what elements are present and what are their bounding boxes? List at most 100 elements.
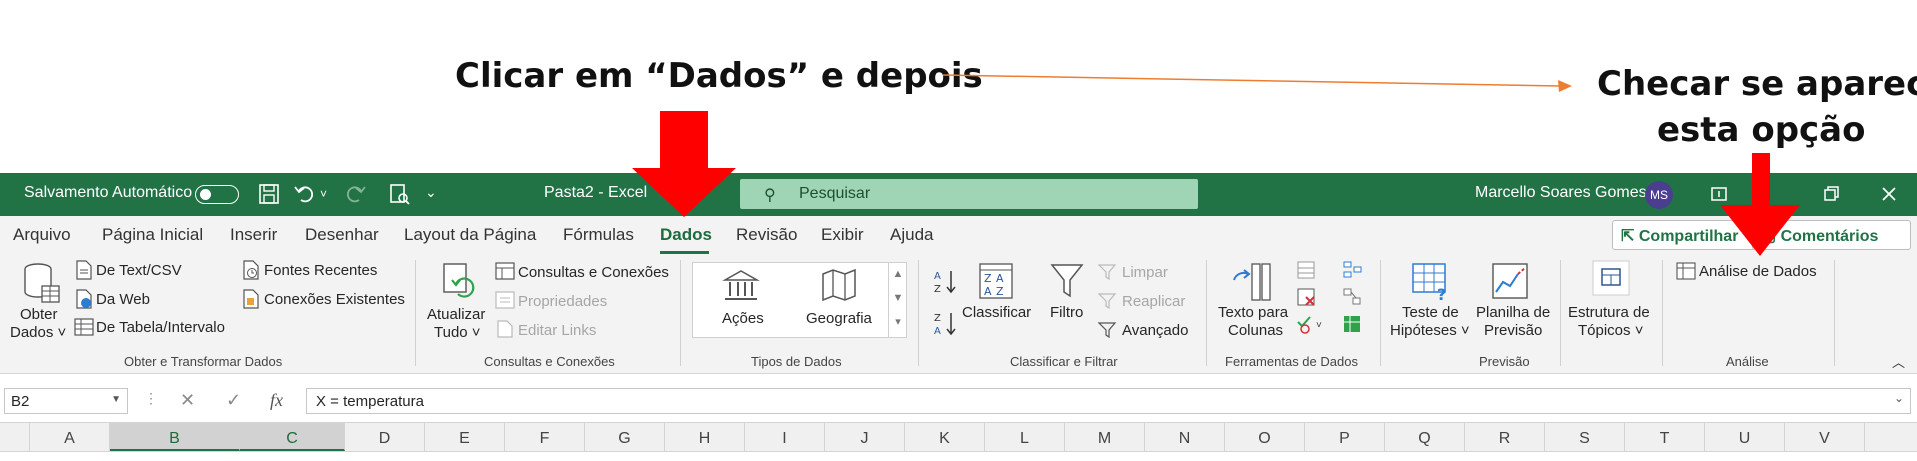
geografia-button[interactable]: Geografia [806, 310, 872, 327]
formula-input[interactable]: X = temperatura ⌄ [306, 388, 1911, 414]
gallery-scroll[interactable]: ▲ ▼ ▾ [888, 262, 907, 338]
column-header-q[interactable]: Q [1385, 423, 1465, 451]
text-to-columns-icon[interactable] [1232, 262, 1272, 302]
column-header-o[interactable]: O [1225, 423, 1305, 451]
tab-dados[interactable]: Dados [660, 225, 712, 245]
tab-arquivo[interactable]: Arquivo [13, 225, 71, 245]
fontes-recentes-button[interactable]: Fontes Recentes [264, 262, 377, 279]
planilha-previsao-label1[interactable]: Planilha de [1476, 304, 1550, 321]
sort-icon[interactable]: ZAAZ [978, 262, 1014, 300]
estrutura-topicos-label1[interactable]: Estrutura de [1568, 304, 1650, 321]
obter-dados-label2[interactable]: Dados ˅ [10, 324, 66, 341]
enter-icon[interactable]: ✓ [226, 390, 241, 411]
collapse-ribbon-icon[interactable]: ︿ [1892, 352, 1905, 371]
user-name[interactable]: Marcello Soares Gomes [1475, 184, 1647, 202]
obter-dados-label1[interactable]: Obter [20, 306, 58, 323]
teste-hipoteses-label1[interactable]: Teste de [1402, 304, 1459, 321]
tab-layout-da-pagina[interactable]: Layout da Página [404, 225, 536, 245]
de-text-csv-button[interactable]: De Text/CSV [96, 262, 182, 279]
consolidate-icon[interactable] [1342, 260, 1362, 280]
name-box-dropdown-icon[interactable]: ▼ [111, 394, 121, 405]
propriedades-button[interactable]: Propriedades [518, 293, 607, 310]
avatar[interactable]: MS [1645, 181, 1673, 209]
texto-colunas-label1[interactable]: Texto para [1218, 304, 1288, 321]
analise-de-dados-button[interactable]: Análise de Dados [1699, 263, 1817, 280]
column-header-e[interactable]: E [425, 423, 505, 451]
remove-duplicates-icon[interactable] [1296, 287, 1316, 307]
column-header-j[interactable]: J [825, 423, 905, 451]
restore-window-icon[interactable] [1818, 181, 1844, 207]
atualizar-label2[interactable]: Tudo ˅ [434, 324, 481, 341]
atualizar-label1[interactable]: Atualizar [427, 306, 485, 323]
column-header-l[interactable]: L [985, 423, 1065, 451]
data-validation-icon[interactable]: ˅ [1296, 314, 1326, 334]
column-header-g[interactable]: G [585, 423, 665, 451]
outline-icon[interactable] [1592, 260, 1630, 296]
tab-desenhar[interactable]: Desenhar [305, 225, 379, 245]
de-tabela-intervalo-button[interactable]: De Tabela/Intervalo [96, 319, 225, 336]
ribbon-display-icon[interactable] [1706, 181, 1732, 207]
column-header-p[interactable]: P [1305, 423, 1385, 451]
column-header-n[interactable]: N [1145, 423, 1225, 451]
estrutura-topicos-label2[interactable]: Tópicos ˅ [1578, 322, 1643, 339]
column-header-h[interactable]: H [665, 423, 745, 451]
grid-area[interactable] [0, 451, 1917, 461]
stocks-icon[interactable] [722, 268, 760, 302]
consultas-conexoes-button[interactable]: Consultas e Conexões [518, 264, 669, 281]
column-header-b[interactable]: B [110, 423, 240, 451]
data-model-icon[interactable] [1342, 314, 1362, 334]
column-header-r[interactable]: R [1465, 423, 1545, 451]
reaplicar-button[interactable]: Reaplicar [1122, 293, 1185, 310]
expand-formula-icon[interactable]: ⌄ [1894, 391, 1904, 405]
filtro-button[interactable]: Filtro [1050, 304, 1083, 321]
print-preview-icon[interactable] [386, 181, 412, 207]
relationships-icon[interactable] [1342, 287, 1362, 307]
column-header-f[interactable]: F [505, 423, 585, 451]
undo-icon[interactable] [292, 181, 318, 207]
sort-za-icon[interactable]: ZA [934, 310, 960, 336]
avancado-button[interactable]: Avançado [1122, 322, 1188, 339]
acoes-button[interactable]: Ações [722, 310, 764, 327]
what-if-icon[interactable]: ? [1411, 262, 1451, 302]
forecast-sheet-icon[interactable] [1491, 262, 1531, 302]
undo-dropdown-icon[interactable]: ˅ [320, 187, 327, 201]
tab-exibir[interactable]: Exibir [821, 225, 864, 245]
name-box[interactable]: B2 ▼ [4, 388, 128, 414]
customize-qat-icon[interactable]: ⌄ [425, 184, 437, 201]
flash-fill-icon[interactable] [1296, 260, 1316, 280]
close-window-icon[interactable] [1876, 181, 1902, 207]
column-header-u[interactable]: U [1705, 423, 1785, 451]
teste-hipoteses-label2[interactable]: Hipóteses ˅ [1390, 322, 1470, 339]
insert-function-icon[interactable]: fx [270, 390, 283, 411]
column-header-d[interactable]: D [345, 423, 425, 451]
column-header-c[interactable]: C [240, 423, 345, 451]
classificar-button[interactable]: Classificar [962, 304, 1031, 321]
da-web-button[interactable]: Da Web [96, 291, 150, 308]
search-box[interactable]: ⚲ Pesquisar [740, 179, 1198, 209]
column-header-m[interactable]: M [1065, 423, 1145, 451]
conexoes-existentes-button[interactable]: Conexões Existentes [264, 291, 405, 308]
redo-icon[interactable] [342, 181, 368, 207]
tab-inserir[interactable]: Inserir [230, 225, 277, 245]
tab-ajuda[interactable]: Ajuda [890, 225, 933, 245]
comments-button[interactable]: ▢ Comentários [1752, 220, 1911, 250]
geography-icon[interactable] [820, 268, 858, 302]
autosave-toggle[interactable] [195, 185, 239, 204]
cancel-icon[interactable]: ✕ [180, 390, 195, 411]
select-all-corner[interactable] [0, 423, 30, 451]
editar-links-button[interactable]: Editar Links [518, 322, 596, 339]
texto-colunas-label2[interactable]: Colunas [1228, 322, 1283, 339]
column-header-a[interactable]: A [30, 423, 110, 451]
column-header-i[interactable]: I [745, 423, 825, 451]
filter-icon[interactable] [1050, 262, 1084, 300]
sort-az-icon[interactable]: AZ [934, 268, 960, 294]
save-icon[interactable] [256, 181, 282, 207]
tab-pagina-inicial[interactable]: Página Inicial [102, 225, 203, 245]
column-header-t[interactable]: T [1625, 423, 1705, 451]
column-header-v[interactable]: V [1785, 423, 1865, 451]
tab-formulas[interactable]: Fórmulas [563, 225, 634, 245]
column-header-k[interactable]: K [905, 423, 985, 451]
column-header-s[interactable]: S [1545, 423, 1625, 451]
tab-revisao[interactable]: Revisão [736, 225, 797, 245]
planilha-previsao-label2[interactable]: Previsão [1484, 322, 1542, 339]
